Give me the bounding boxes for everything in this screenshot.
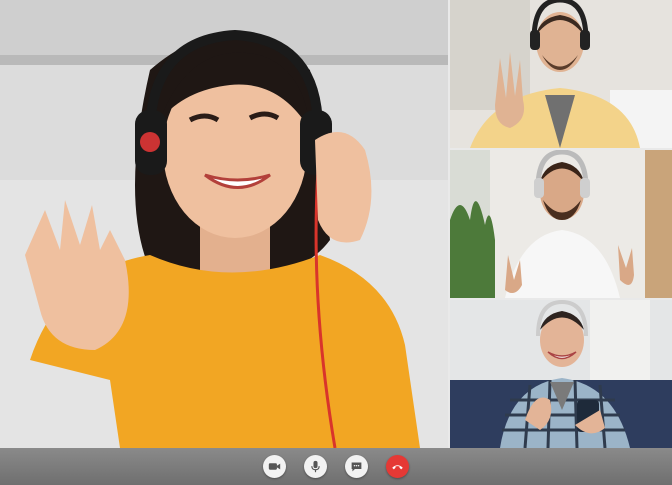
call-control-bar bbox=[0, 448, 672, 485]
main-video-tile[interactable] bbox=[0, 0, 448, 448]
participant-woman-video bbox=[0, 0, 448, 448]
participant-man-plaid-shirt-video bbox=[450, 300, 672, 448]
participant-tile-1[interactable] bbox=[450, 0, 672, 148]
camera-toggle-button[interactable] bbox=[263, 455, 286, 478]
video-grid bbox=[0, 0, 672, 448]
end-call-button[interactable] bbox=[386, 455, 409, 478]
chat-button[interactable] bbox=[345, 455, 368, 478]
video-camera-icon bbox=[268, 463, 281, 470]
participant-tile-2[interactable] bbox=[450, 150, 672, 298]
microphone-toggle-button[interactable] bbox=[304, 455, 327, 478]
end-call-icon bbox=[392, 465, 403, 470]
participant-tile-3[interactable] bbox=[450, 300, 672, 448]
participant-man-yellow-shirt-video bbox=[450, 0, 672, 148]
chat-icon bbox=[351, 462, 362, 472]
participant-man-white-shirt-video bbox=[450, 150, 672, 298]
microphone-icon bbox=[311, 460, 320, 473]
